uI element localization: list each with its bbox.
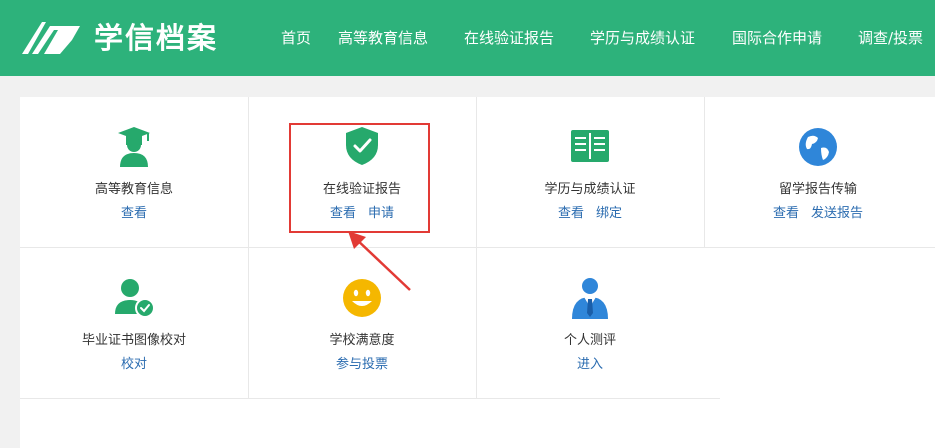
proofread-link[interactable]: 校对 xyxy=(121,357,147,372)
card-links: 参与投票 xyxy=(248,356,476,374)
card-title: 高等教育信息 xyxy=(94,182,173,197)
view-link[interactable]: 查看 xyxy=(121,206,147,221)
enter-link[interactable]: 进入 xyxy=(577,357,603,372)
vote-link[interactable]: 参与投票 xyxy=(336,357,388,372)
view-link[interactable]: 查看 xyxy=(558,206,584,221)
arrow-icon xyxy=(348,231,411,291)
card-links: 进入 xyxy=(476,356,704,374)
brand-logo-icon[interactable] xyxy=(20,18,82,56)
card-title: 毕业证书图像校对 xyxy=(81,333,186,348)
person-tie-icon xyxy=(572,278,608,319)
nav-higher-education[interactable]: 高等教育信息 xyxy=(338,28,428,48)
card-higher-education: 高等教育信息 查看 xyxy=(20,97,248,247)
card-links: 查看 xyxy=(20,205,248,223)
card-personal-assessment: 个人测评 进入 xyxy=(476,247,704,398)
header-bar: 学信档案 首页 高等教育信息 在线验证报告 学历与成绩认证 国际合作申请 调查/… xyxy=(0,0,935,76)
nav-online-verification[interactable]: 在线验证报告 xyxy=(464,28,554,48)
nav-survey-vote[interactable]: 调查/投票 xyxy=(858,28,923,48)
card-links: 查看 绑定 xyxy=(476,205,704,223)
highlight-box xyxy=(289,123,430,233)
view-link[interactable]: 查看 xyxy=(773,206,799,221)
card-degree-certification: 学历与成绩认证 查看 绑定 xyxy=(476,97,704,247)
open-book-icon xyxy=(571,130,609,162)
card-links: 查看 发送报告 xyxy=(704,205,932,223)
brand-title[interactable]: 学信档案 xyxy=(94,21,218,55)
bind-link[interactable]: 绑定 xyxy=(596,206,622,221)
graduate-cap-icon xyxy=(118,127,150,167)
globe-icon xyxy=(799,128,837,166)
card-title: 学历与成绩认证 xyxy=(544,182,636,197)
card-title: 个人测评 xyxy=(563,333,616,348)
nav-degree-certification[interactable]: 学历与成绩认证 xyxy=(590,28,695,48)
card-certificate-proofread: 毕业证书图像校对 校对 xyxy=(20,247,248,398)
card-title: 学校满意度 xyxy=(329,333,395,348)
grid-divider xyxy=(20,398,720,399)
send-report-link[interactable]: 发送报告 xyxy=(811,206,863,221)
card-links: 校对 xyxy=(20,356,248,374)
user-check-icon xyxy=(115,279,155,318)
card-title: 留学报告传输 xyxy=(778,182,857,197)
nav-home[interactable]: 首页 xyxy=(281,28,311,48)
nav-international-cooperation[interactable]: 国际合作申请 xyxy=(732,28,822,48)
card-study-abroad-report: 留学报告传输 查看 发送报告 xyxy=(704,97,932,247)
